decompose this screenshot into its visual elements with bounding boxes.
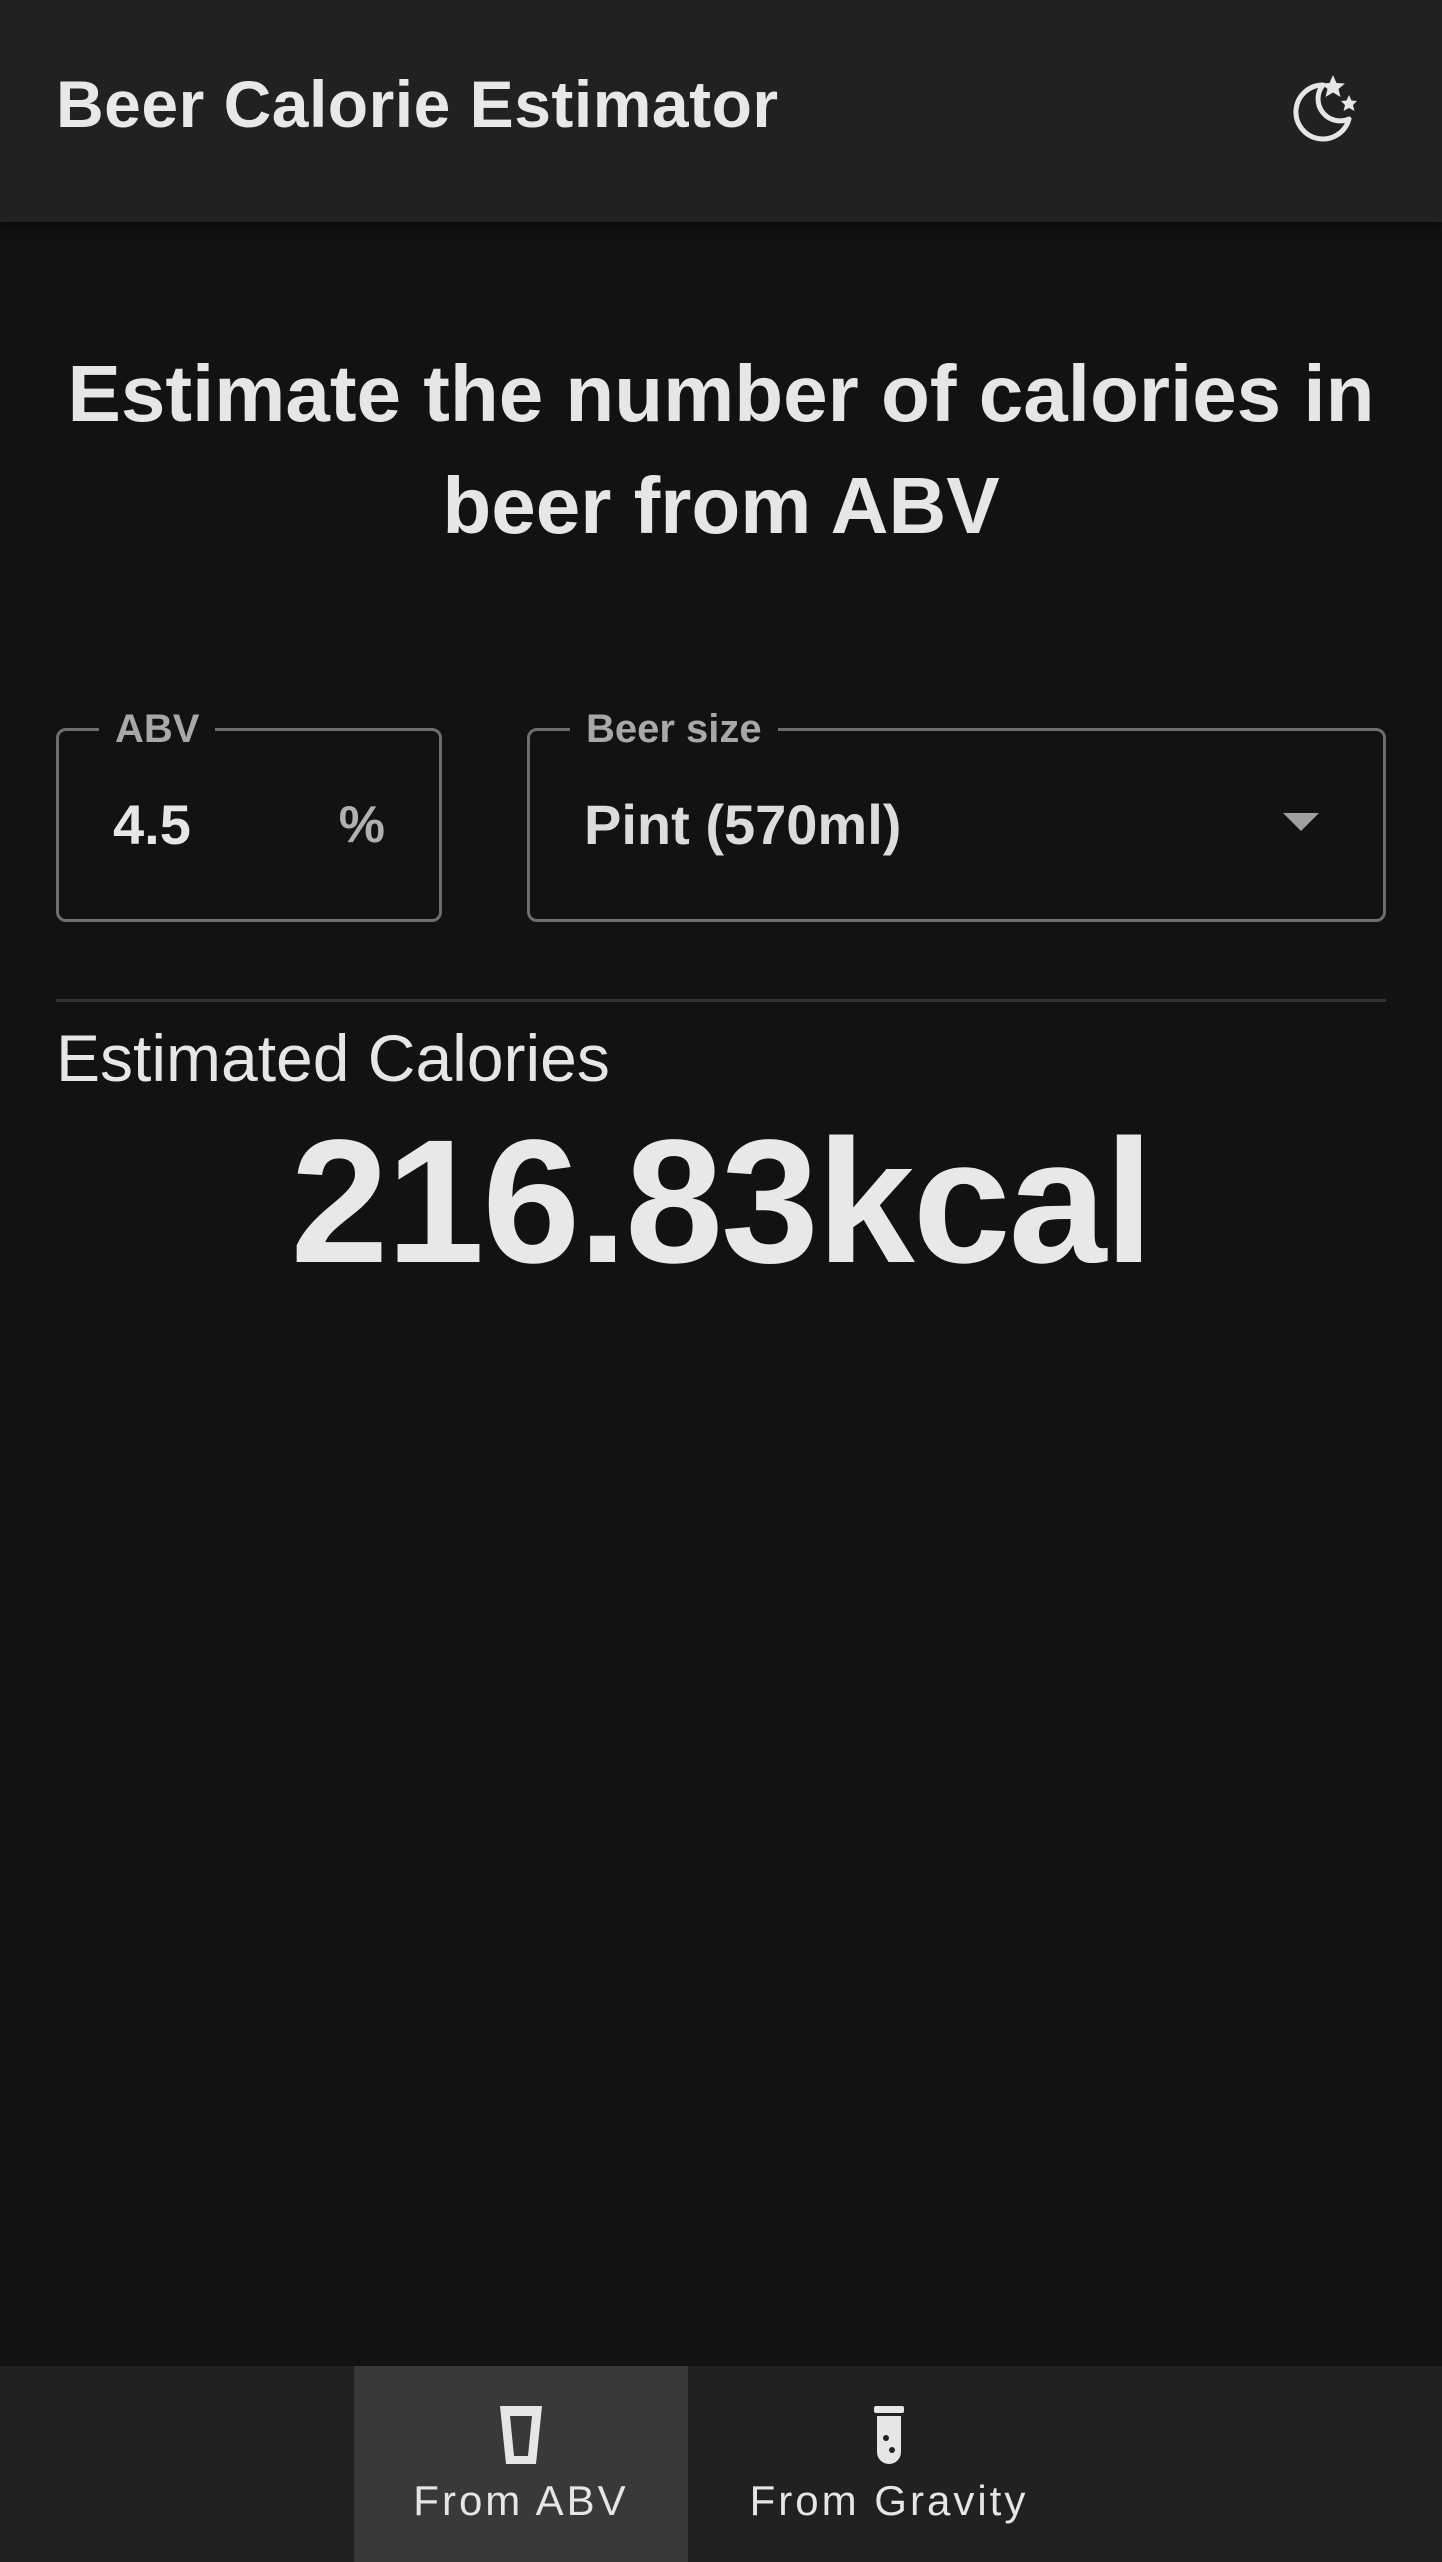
beer-size-select[interactable]: Beer size Pint (570ml) — [527, 705, 1386, 922]
nav-label-from-gravity: From Gravity — [749, 2477, 1029, 2524]
beer-size-label: Beer size — [570, 705, 778, 753]
theme-toggle-button[interactable] — [1276, 66, 1368, 158]
result-label: Estimated Calories — [56, 1021, 610, 1095]
page-headline: Estimate the number of calories in beer … — [67, 349, 1375, 550]
test-tube-icon — [872, 2404, 906, 2466]
nav-label-from-abv: From ABV — [413, 2477, 629, 2524]
nav-item-from-abv[interactable]: From ABV — [354, 2366, 688, 2562]
beer-glass-icon — [498, 2404, 544, 2466]
moon-stars-icon — [1283, 71, 1361, 154]
abv-input-field[interactable]: ABV 4.5 % — [56, 705, 442, 922]
abv-input[interactable]: 4.5 — [113, 787, 191, 863]
abv-unit-suffix: % — [338, 796, 385, 854]
beer-size-selected-value: Pint (570ml) — [584, 793, 902, 856]
chevron-down-icon[interactable] — [1283, 813, 1319, 831]
app-title: Beer Calorie Estimator — [56, 67, 779, 141]
calorie-result-value: 216.83kcal — [290, 1104, 1154, 1300]
section-divider — [56, 999, 1386, 1002]
bottom-navigation: From ABV From Gravity — [0, 2366, 1442, 2562]
app-bar: Beer Calorie Estimator — [0, 0, 1442, 222]
abv-field-label: ABV — [99, 705, 216, 753]
nav-item-from-gravity[interactable]: From Gravity — [688, 2366, 1090, 2562]
